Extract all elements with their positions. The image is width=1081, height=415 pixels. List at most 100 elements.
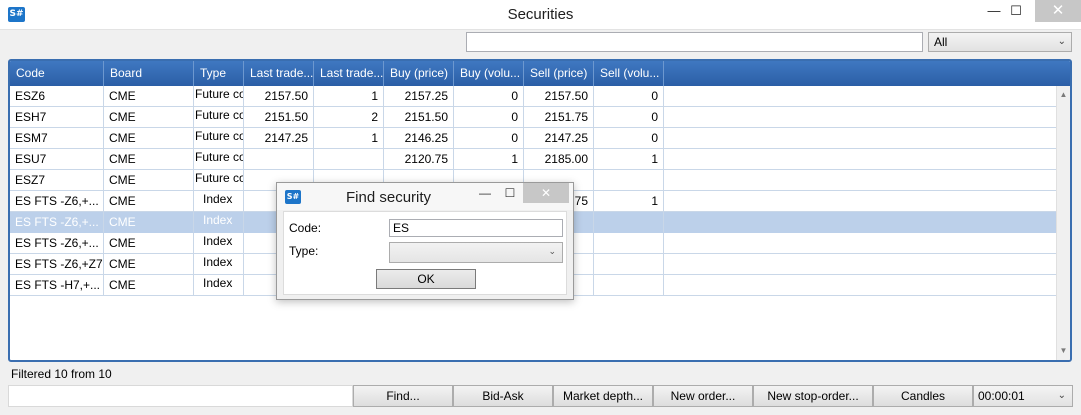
cell-type: Future co — [194, 128, 244, 149]
cell-filler — [664, 149, 1058, 170]
cell-filler — [664, 254, 1058, 275]
category-select-value: All — [934, 35, 948, 49]
cell-type: Index — [194, 254, 244, 275]
vertical-scrollbar[interactable]: ▲ ▼ — [1056, 86, 1070, 360]
cell-filler — [664, 212, 1058, 233]
category-select[interactable]: All ⌄ — [928, 32, 1072, 52]
new-order-button[interactable]: New order... — [653, 385, 753, 407]
window-title: Securities — [507, 6, 574, 23]
cell-buy-price: 2146.25 — [384, 128, 454, 149]
cell-last-price: 2157.50 — [244, 86, 314, 107]
cell-type: Index — [194, 275, 244, 296]
cell-buy-vol: 0 — [454, 107, 524, 128]
dialog-close-button[interactable]: ✕ — [523, 183, 569, 203]
dialog-maximize-button[interactable]: ☐ — [499, 183, 521, 203]
find-button[interactable]: Find... — [353, 385, 453, 407]
cell-buy-price: 2120.75 — [384, 149, 454, 170]
cell-code: ES FTS -Z6,+... — [10, 191, 104, 212]
toolbar-spacer — [8, 385, 353, 407]
cell-last-price — [244, 149, 314, 170]
cell-sell-vol: 0 — [594, 86, 664, 107]
cell-last-price: 2151.50 — [244, 107, 314, 128]
type-label: Type: — [289, 244, 319, 258]
scroll-up-icon[interactable]: ▲ — [1057, 88, 1070, 102]
scroll-down-icon[interactable]: ▼ — [1057, 344, 1070, 358]
column-header-type[interactable]: Type — [194, 61, 244, 86]
window-titlebar: S# Securities — ☐ ✕ — [0, 0, 1081, 30]
table-row[interactable]: ESH7 CME Future co 2151.50 2 2151.50 0 2151.75 0 — [10, 107, 1058, 128]
cell-filler — [664, 86, 1058, 107]
bid-ask-button[interactable]: Bid-Ask — [453, 385, 553, 407]
cell-code: ESZ6 — [10, 86, 104, 107]
cell-buy-vol: 0 — [454, 128, 524, 149]
cell-type: Index — [194, 191, 244, 212]
table-row[interactable]: ESM7 CME Future co 2147.25 1 2146.25 0 2147.25 0 — [10, 128, 1058, 149]
cell-board: CME — [104, 275, 194, 296]
type-select[interactable]: ⌄ — [389, 242, 563, 263]
market-depth-button[interactable]: Market depth... — [553, 385, 653, 407]
cell-filler — [664, 170, 1058, 191]
dialog-minimize-button[interactable]: — — [474, 183, 496, 203]
cell-code: ES FTS -H7,+... — [10, 275, 104, 296]
code-input[interactable]: ES — [389, 219, 563, 237]
column-header-last-trade-price[interactable]: Last trade... — [244, 61, 314, 86]
cell-board: CME — [104, 212, 194, 233]
cell-board: CME — [104, 191, 194, 212]
dialog-body: Code: ES Type: ⌄ OK — [283, 211, 567, 295]
search-input[interactable] — [466, 32, 923, 52]
new-stop-order-button[interactable]: New stop-order... — [753, 385, 873, 407]
cell-sell-vol — [594, 170, 664, 191]
cell-sell-price: 2157.50 — [524, 86, 594, 107]
candle-interval-value: 00:00:01 — [978, 389, 1025, 403]
column-header-board[interactable]: Board — [104, 61, 194, 86]
column-header-sell-price[interactable]: Sell (price) — [524, 61, 594, 86]
cell-code: ESH7 — [10, 107, 104, 128]
cell-sell-vol — [594, 254, 664, 275]
candle-interval-select[interactable]: 00:00:01 ⌄ — [973, 385, 1073, 407]
cell-buy-price: 2157.25 — [384, 86, 454, 107]
table-row[interactable]: ESU7 CME Future co 2120.75 1 2185.00 1 — [10, 149, 1058, 170]
cell-sell-vol — [594, 233, 664, 254]
candles-button[interactable]: Candles — [873, 385, 973, 407]
column-header-buy-price[interactable]: Buy (price) — [384, 61, 454, 86]
maximize-button[interactable]: ☐ — [1000, 0, 1032, 22]
cell-type: Index — [194, 212, 244, 233]
cell-buy-price: 2151.50 — [384, 107, 454, 128]
dialog-titlebar: S# Find security — ☐ ✕ — [277, 183, 573, 210]
cell-sell-vol: 0 — [594, 128, 664, 149]
column-header-buy-volume[interactable]: Buy (volu... — [454, 61, 524, 86]
cell-filler — [664, 107, 1058, 128]
cell-code: ES FTS -Z6,+... — [10, 212, 104, 233]
cell-type: Future co — [194, 149, 244, 170]
ok-button[interactable]: OK — [376, 269, 476, 289]
cell-sell-vol: 0 — [594, 107, 664, 128]
cell-sell-vol: 1 — [594, 191, 664, 212]
dialog-app-icon: S# — [285, 190, 301, 204]
cell-sell-price: 2147.25 — [524, 128, 594, 149]
chevron-down-icon: ⌄ — [548, 246, 556, 256]
cell-sell-vol: 1 — [594, 149, 664, 170]
cell-buy-vol: 1 — [454, 149, 524, 170]
code-label: Code: — [289, 221, 322, 235]
cell-board: CME — [104, 233, 194, 254]
cell-sell-vol — [594, 275, 664, 296]
cell-last-vol: 1 — [314, 86, 384, 107]
cell-filler — [664, 275, 1058, 296]
filter-status: Filtered 10 from 10 — [11, 367, 112, 381]
column-header-sell-volume[interactable]: Sell (volu... — [594, 61, 664, 86]
cell-last-vol — [314, 149, 384, 170]
dialog-title: Find security — [346, 189, 432, 206]
cell-board: CME — [104, 128, 194, 149]
chevron-down-icon: ⌄ — [1057, 36, 1066, 47]
cell-filler — [664, 128, 1058, 149]
cell-board: CME — [104, 170, 194, 191]
table-row[interactable]: ESZ6 CME Future co 2157.50 1 2157.25 0 2157.50 0 — [10, 86, 1058, 107]
cell-buy-vol: 0 — [454, 86, 524, 107]
cell-last-vol: 1 — [314, 128, 384, 149]
column-header-last-trade-volume[interactable]: Last trade... — [314, 61, 384, 86]
cell-type: Future co — [194, 170, 244, 191]
cell-sell-vol — [594, 212, 664, 233]
cell-code: ES FTS -Z6,+Z7 — [10, 254, 104, 275]
column-header-code[interactable]: Code — [10, 61, 104, 86]
close-button[interactable]: ✕ — [1035, 0, 1081, 22]
